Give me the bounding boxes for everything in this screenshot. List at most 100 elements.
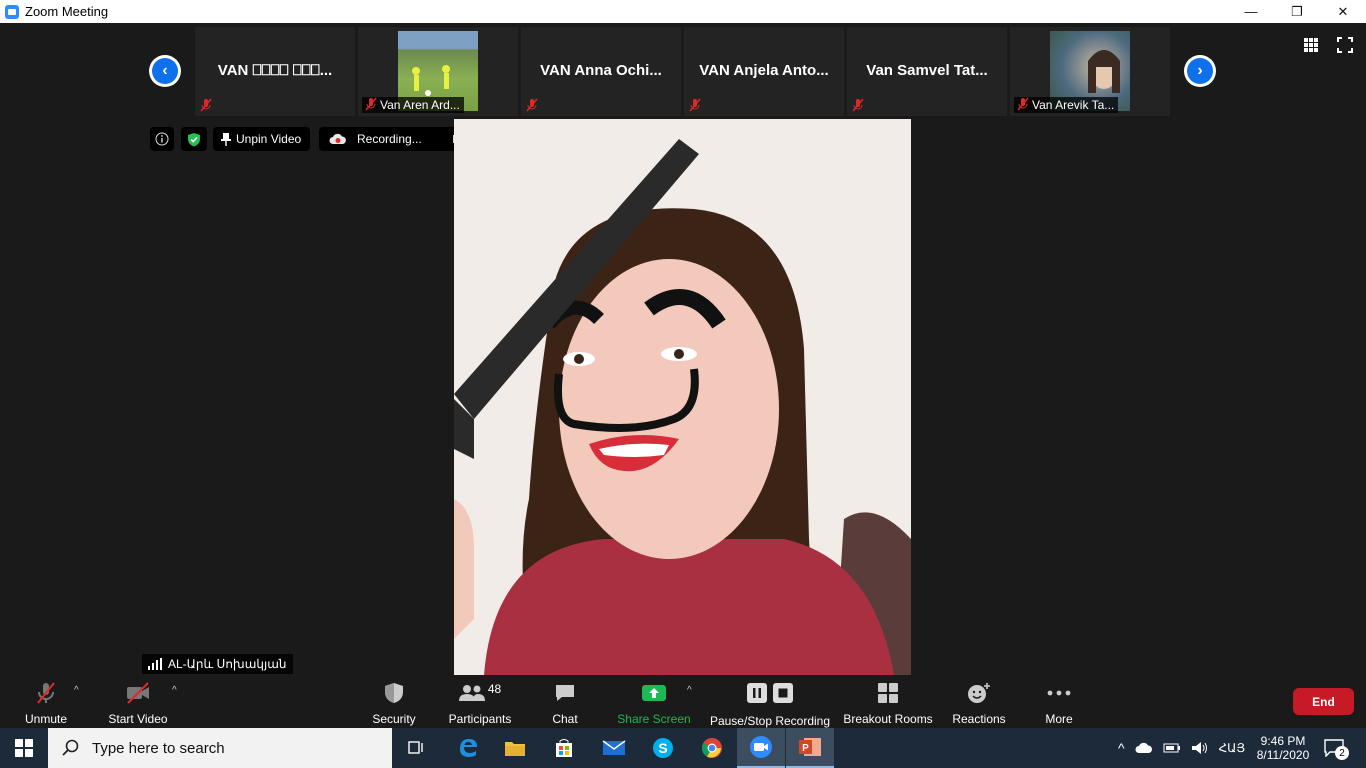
participant-tile[interactable]: VAN Anna Ochi... xyxy=(521,27,681,116)
meeting-info-button[interactable] xyxy=(150,127,174,151)
unpin-video-label: Unpin Video xyxy=(236,132,302,146)
window-title: Zoom Meeting xyxy=(25,4,109,19)
title-bar: Zoom Meeting — ❐ ✕ xyxy=(0,0,1366,23)
restore-button[interactable]: ❐ xyxy=(1274,0,1320,23)
video-off-icon xyxy=(127,682,149,704)
chevron-left-icon: ‹ xyxy=(152,58,178,84)
participants-label: Participants xyxy=(448,712,512,726)
active-speaker-label: AL-Արև Սոխակյան xyxy=(142,654,293,674)
meeting-toolbar: Unmute ^ Start Video ^ Security 48 Parti… xyxy=(0,677,1366,728)
taskbar-search[interactable]: Type here to search xyxy=(48,728,392,768)
mail-app[interactable] xyxy=(590,728,638,768)
next-page-button[interactable]: › xyxy=(1184,55,1216,87)
participant-tile[interactable]: VAN Anjela Anto... xyxy=(684,27,844,116)
skype-app[interactable]: S xyxy=(639,728,687,768)
chrome-app[interactable] xyxy=(688,728,736,768)
reactions-label: Reactions xyxy=(952,712,1006,726)
clock[interactable]: 9:46 PM 8/11/2020 xyxy=(1254,728,1312,768)
file-explorer-app[interactable] xyxy=(491,728,539,768)
windows-logo-icon xyxy=(15,739,33,757)
notification-count-badge: 2 xyxy=(1335,746,1349,760)
audio-options-caret-icon[interactable]: ^ xyxy=(74,685,79,696)
security-button[interactable]: Security xyxy=(368,681,420,726)
unmute-button[interactable]: Unmute xyxy=(14,681,78,726)
search-icon xyxy=(62,739,79,756)
breakout-rooms-button[interactable]: Breakout Rooms xyxy=(842,681,934,726)
participant-name: Van Samvel Tat... xyxy=(866,62,988,79)
start-video-label: Start Video xyxy=(108,712,168,726)
zoom-app[interactable] xyxy=(737,728,785,768)
input-language-indicator[interactable]: ՀԱՅ xyxy=(1219,741,1246,755)
speaker-video-image xyxy=(454,119,911,675)
gallery-view-icon[interactable] xyxy=(1303,37,1319,53)
store-app[interactable] xyxy=(540,728,588,768)
action-center-button[interactable]: 2 xyxy=(1324,728,1349,768)
cloud-recording-icon xyxy=(329,133,346,144)
fullscreen-icon[interactable] xyxy=(1337,37,1353,53)
muted-mic-icon xyxy=(526,98,538,112)
edge-app[interactable] xyxy=(444,728,492,768)
encryption-button[interactable] xyxy=(181,127,207,151)
more-dots-icon xyxy=(1047,690,1071,696)
zoom-logo-icon xyxy=(5,4,19,19)
skype-icon: S xyxy=(653,738,673,758)
share-screen-button[interactable]: Share Screen xyxy=(615,681,693,726)
more-label: More xyxy=(1045,712,1073,726)
zoom-icon xyxy=(750,736,772,758)
participant-tile[interactable]: Van Samvel Tat... xyxy=(847,27,1007,116)
muted-mic-icon xyxy=(1017,97,1029,111)
speaker-volume-icon[interactable] xyxy=(1191,741,1209,755)
show-hidden-icons-chevron-icon[interactable]: ^ xyxy=(1118,740,1125,756)
minimize-button[interactable]: — xyxy=(1228,0,1274,23)
clock-time: 9:46 PM xyxy=(1260,734,1306,748)
main-video xyxy=(454,119,911,675)
active-speaker-name: AL-Արև Սոխակյան xyxy=(168,657,287,671)
muted-mic-icon xyxy=(200,98,212,112)
participant-tile[interactable]: VAN ⎕⎕⎕⎕ ⎕⎕⎕... xyxy=(195,27,355,116)
chevron-right-icon: › xyxy=(1187,58,1213,84)
end-meeting-button[interactable]: End xyxy=(1293,688,1354,715)
muted-mic-icon xyxy=(689,98,701,112)
store-bag-icon xyxy=(556,739,572,757)
participants-button[interactable]: 48 Participants xyxy=(446,681,514,726)
stop-icon xyxy=(773,683,793,703)
pin-icon xyxy=(221,133,231,146)
unmute-label: Unmute xyxy=(24,712,68,726)
video-options-caret-icon[interactable]: ^ xyxy=(172,685,177,696)
more-button[interactable]: More xyxy=(1038,681,1080,726)
windows-taskbar: Type here to search S P ^ ՀԱՅ 9:46 PM 8/… xyxy=(0,728,1366,768)
participant-tile[interactable]: Van Aren Ard... xyxy=(358,27,518,116)
share-options-caret-icon[interactable]: ^ xyxy=(687,685,692,696)
pause-stop-recording-button[interactable]: Pause/Stop Recording xyxy=(709,681,831,728)
task-view-icon xyxy=(408,741,423,754)
chat-button[interactable]: Chat xyxy=(543,681,587,726)
share-screen-icon xyxy=(642,685,666,701)
participants-count: 48 xyxy=(487,682,502,696)
participant-tile[interactable]: Van Arevik Ta... xyxy=(1010,27,1170,116)
powerpoint-app[interactable]: P xyxy=(786,728,834,768)
folder-icon xyxy=(505,742,525,756)
start-video-button[interactable]: Start Video xyxy=(104,681,172,726)
share-screen-label: Share Screen xyxy=(617,712,691,726)
breakout-rooms-label: Breakout Rooms xyxy=(843,712,933,726)
muted-mic-icon xyxy=(37,682,55,704)
chat-label: Chat xyxy=(552,712,578,726)
battery-icon[interactable] xyxy=(1163,742,1181,754)
onedrive-cloud-icon[interactable] xyxy=(1135,742,1153,754)
recording-label: Recording... xyxy=(357,132,422,146)
clock-date: 8/11/2020 xyxy=(1256,748,1310,762)
prev-page-button[interactable]: ‹ xyxy=(149,55,181,87)
svg-text:S: S xyxy=(658,740,667,756)
chat-icon xyxy=(556,685,574,701)
unpin-video-button[interactable]: Unpin Video xyxy=(213,127,310,151)
muted-mic-icon xyxy=(365,97,377,111)
security-label: Security xyxy=(372,712,416,726)
start-button[interactable] xyxy=(0,728,48,768)
close-button[interactable]: ✕ xyxy=(1320,0,1366,23)
reactions-button[interactable]: Reactions xyxy=(950,681,1008,726)
task-view-button[interactable] xyxy=(392,728,440,768)
signal-strength-icon xyxy=(148,658,162,670)
meeting-stage: ‹ VAN ⎕⎕⎕⎕ ⎕⎕⎕... Van Aren Ard... VAN An… xyxy=(0,23,1366,677)
participant-name: VAN Anjela Anto... xyxy=(699,62,829,79)
svg-text:P: P xyxy=(802,743,809,754)
